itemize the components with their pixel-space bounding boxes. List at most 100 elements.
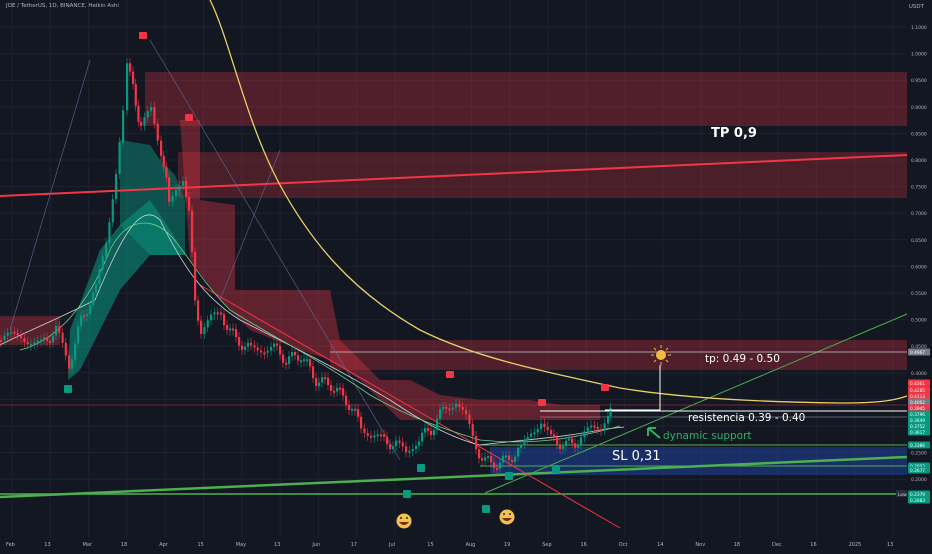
candle-body — [514, 456, 517, 462]
candle-body — [327, 377, 330, 385]
time-tick: 15 — [198, 542, 204, 548]
candle-body — [101, 256, 104, 270]
candle-body — [273, 343, 276, 347]
candle-body — [458, 403, 461, 407]
candle-body — [418, 441, 421, 446]
candle-body — [64, 342, 67, 356]
time-tick: 16 — [810, 542, 816, 548]
candle-body — [89, 304, 92, 314]
price-tick: 0.5000 — [911, 318, 927, 324]
dynamic-support-label: dynamic support — [663, 430, 752, 442]
candle-body — [586, 427, 589, 432]
candle-body — [373, 435, 376, 438]
candle-body — [345, 395, 348, 405]
candle-body — [175, 189, 178, 196]
price-tick: 0.8500 — [911, 131, 927, 137]
sun-icon — [651, 345, 671, 365]
candle-body — [433, 429, 436, 436]
candle-body — [461, 406, 464, 411]
candle-body — [565, 440, 568, 447]
candle-body — [253, 345, 256, 348]
candle-body — [424, 428, 427, 433]
sell-signal-marker — [538, 399, 546, 406]
candle-body — [363, 428, 366, 434]
candle-body — [360, 416, 363, 429]
candle-body — [129, 63, 132, 72]
candle-body — [134, 84, 137, 106]
time-tick: Nov — [695, 542, 705, 548]
candle-body — [496, 467, 499, 470]
candle-body — [226, 325, 229, 330]
tp2-zone — [330, 340, 907, 370]
candle-body — [333, 390, 336, 393]
sell-signal-marker — [446, 371, 454, 378]
candle-body — [348, 404, 351, 410]
candle-body — [484, 457, 487, 461]
candle-body — [445, 406, 448, 409]
time-tick: 19 — [504, 542, 510, 548]
buy-signal-marker — [403, 490, 411, 498]
time-tick: 13 — [887, 542, 893, 548]
candle-body — [260, 350, 263, 353]
candle-body — [386, 436, 389, 445]
candle-body — [398, 440, 401, 443]
time-tick: Feb — [6, 542, 15, 548]
tp-zone-mid — [178, 152, 907, 198]
low-tag: Low — [896, 490, 907, 498]
candle-body — [279, 345, 282, 355]
candle-body — [122, 110, 125, 143]
price-badge: 0.3617 — [908, 428, 930, 436]
candle-body — [493, 462, 496, 468]
price-badge: 0.4967 — [908, 348, 930, 356]
candle-body — [401, 442, 404, 447]
candle-body — [10, 331, 13, 334]
candle-body — [339, 387, 342, 390]
candle-body — [83, 315, 86, 318]
time-axis[interactable]: Feb 13 Mar 18 Apr 15 May 13 Jun 17 Jul 15 Aug 19 Sep 16… — [0, 538, 932, 550]
chart-area[interactable]: 1.1000 1.0000 0.9500 0.9000 0.8500 0.8000 0.75… — [0, 0, 932, 550]
candle-body — [250, 342, 253, 346]
candle-body — [146, 111, 149, 118]
candle-body — [568, 438, 571, 441]
candle-body — [74, 343, 77, 360]
candle-body — [354, 408, 357, 411]
time-tick: 16 — [581, 542, 587, 548]
candle-body — [156, 123, 159, 141]
time-tick: 13 — [44, 542, 50, 548]
time-tick: 17 — [351, 542, 357, 548]
candle-body — [171, 195, 174, 202]
candle-body — [487, 456, 490, 459]
candle-body — [150, 106, 153, 112]
candle-body — [300, 360, 303, 363]
candle-body — [520, 444, 523, 448]
candle-body — [405, 446, 408, 453]
candle-body — [165, 167, 168, 178]
time-tick: Sep — [542, 542, 551, 548]
candle-body — [530, 433, 533, 437]
candle-body — [536, 429, 539, 433]
candle-body — [213, 312, 216, 315]
candle-body — [30, 344, 33, 347]
candle-body — [408, 450, 411, 453]
candle-body — [533, 432, 536, 435]
price-tick: 0.9500 — [911, 78, 927, 84]
candle-body — [58, 325, 61, 333]
candle-body — [324, 377, 327, 380]
candle-body — [266, 350, 269, 353]
candle-body — [590, 425, 593, 428]
candle-body — [178, 185, 181, 190]
candle-body — [421, 432, 424, 442]
buy-signal-marker — [64, 385, 72, 393]
candle-body — [232, 328, 235, 331]
candle-body — [13, 331, 16, 334]
candle-body — [546, 426, 549, 431]
time-tick: Dec — [772, 542, 782, 548]
candle-body — [490, 456, 493, 463]
smiley-emoji-2 — [499, 509, 515, 525]
candle-body — [185, 180, 188, 198]
candle-body — [291, 352, 294, 357]
price-chart[interactable]: 1.1000 1.0000 0.9500 0.9000 0.8500 0.8000 0.75… — [0, 0, 932, 550]
candle-body — [61, 332, 64, 343]
time-tick: Jun — [311, 542, 320, 548]
candle-body — [68, 355, 71, 369]
